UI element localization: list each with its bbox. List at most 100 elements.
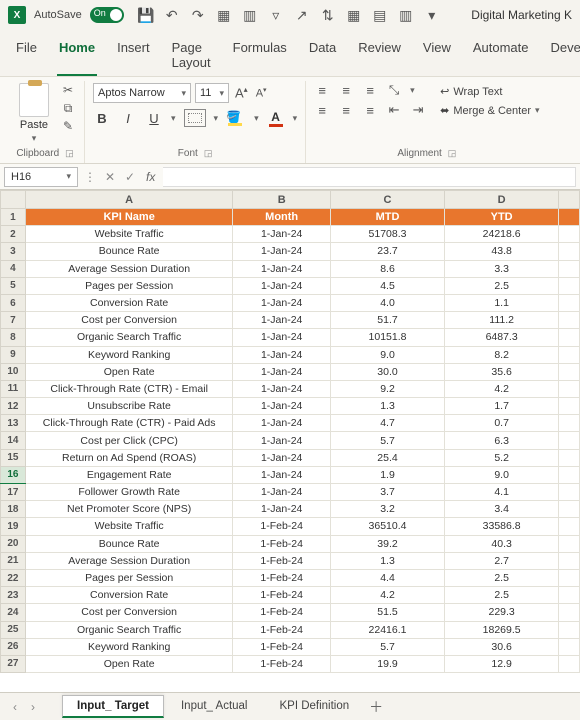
qat-grid-icon[interactable]: ▦ [216, 7, 232, 23]
cell[interactable]: 5.2 [445, 449, 559, 466]
cell[interactable] [559, 484, 580, 501]
cell[interactable]: 30.6 [445, 638, 559, 655]
cell[interactable]: 8.2 [445, 346, 559, 363]
autosave-toggle[interactable]: On [90, 7, 124, 23]
select-all-corner[interactable] [1, 191, 26, 209]
paste-button[interactable]: Paste ▾ [14, 83, 54, 144]
column-header[interactable]: A [25, 191, 233, 209]
cell[interactable]: 3.4 [445, 501, 559, 518]
cell[interactable]: 1-Feb-24 [233, 638, 331, 655]
cell[interactable] [559, 415, 580, 432]
cell[interactable]: 4.1 [445, 484, 559, 501]
ribbon-tab-home[interactable]: Home [57, 36, 97, 76]
cell[interactable]: Return on Ad Spend (ROAS) [25, 449, 233, 466]
cell[interactable]: Pages per Session [25, 277, 233, 294]
cell[interactable]: 229.3 [445, 604, 559, 621]
save-icon[interactable]: 💾 [138, 7, 154, 23]
sheet-tab[interactable]: Input_ Target [62, 695, 164, 718]
header-cell[interactable]: KPI Name [25, 209, 233, 226]
column-header[interactable] [559, 191, 580, 209]
cell[interactable]: 23.7 [330, 243, 444, 260]
cell[interactable]: 4.5 [330, 277, 444, 294]
font-color-button[interactable]: A [267, 110, 285, 126]
row-header[interactable]: 25 [1, 621, 26, 638]
cell[interactable]: 1-Jan-24 [233, 226, 331, 243]
fx-icon[interactable]: fx [142, 170, 159, 184]
cell[interactable]: Pages per Session [25, 569, 233, 586]
font-size-select[interactable]: 11▾ [195, 83, 229, 103]
cell[interactable]: 1-Jan-24 [233, 294, 331, 311]
cell[interactable]: 1-Feb-24 [233, 621, 331, 638]
cell[interactable]: Organic Search Traffic [25, 329, 233, 346]
cell[interactable]: 2.7 [445, 552, 559, 569]
cell[interactable]: 51.7 [330, 312, 444, 329]
bold-button[interactable]: B [93, 109, 111, 127]
cell[interactable]: 1-Feb-24 [233, 518, 331, 535]
row-header[interactable]: 14 [1, 432, 26, 449]
cell[interactable]: Net Promoter Score (NPS) [25, 501, 233, 518]
redo-icon[interactable]: ↷ [190, 7, 206, 23]
cell[interactable] [559, 569, 580, 586]
cell[interactable] [559, 638, 580, 655]
cell[interactable] [559, 621, 580, 638]
align-right-icon[interactable]: ≡ [362, 103, 378, 117]
column-header[interactable]: B [233, 191, 331, 209]
accept-icon[interactable]: ✓ [122, 170, 138, 184]
cell[interactable]: Cost per Click (CPC) [25, 432, 233, 449]
tab-nav-next-icon[interactable]: › [24, 700, 42, 714]
cell[interactable]: Unsubscribe Rate [25, 398, 233, 415]
cell[interactable]: Follower Growth Rate [25, 484, 233, 501]
cell[interactable]: 4.7 [330, 415, 444, 432]
cell[interactable]: 1.9 [330, 466, 444, 483]
cell[interactable]: 30.0 [330, 363, 444, 380]
cell[interactable]: 33586.8 [445, 518, 559, 535]
cell[interactable] [559, 346, 580, 363]
add-sheet-button[interactable]: ＋ [364, 697, 388, 717]
cell[interactable]: 1-Jan-24 [233, 432, 331, 449]
tab-nav-prev-icon[interactable]: ‹ [6, 700, 24, 714]
name-box[interactable]: H16▾ [4, 167, 78, 187]
row-header[interactable]: 26 [1, 638, 26, 655]
header-cell[interactable]: YTD [445, 209, 559, 226]
cell[interactable] [559, 243, 580, 260]
increase-indent-icon[interactable]: ⇥ [410, 103, 426, 117]
cell[interactable]: 8.6 [330, 260, 444, 277]
cell[interactable]: Organic Search Traffic [25, 621, 233, 638]
cell[interactable]: 1-Feb-24 [233, 552, 331, 569]
header-cell[interactable]: Month [233, 209, 331, 226]
cell[interactable]: 2.5 [445, 569, 559, 586]
decrease-font-icon[interactable]: A▾ [254, 86, 269, 100]
row-header[interactable]: 10 [1, 363, 26, 380]
cell[interactable]: 4.2 [330, 587, 444, 604]
cell[interactable] [559, 209, 580, 226]
cell[interactable] [559, 587, 580, 604]
row-header[interactable]: 11 [1, 380, 26, 397]
cell[interactable] [559, 312, 580, 329]
cell[interactable]: 18269.5 [445, 621, 559, 638]
cell[interactable] [559, 449, 580, 466]
cell[interactable]: 1-Jan-24 [233, 277, 331, 294]
row-header[interactable]: 13 [1, 415, 26, 432]
cell[interactable]: Conversion Rate [25, 294, 233, 311]
cell[interactable]: 1.7 [445, 398, 559, 415]
cell[interactable]: 12.9 [445, 655, 559, 672]
cell[interactable]: 2.5 [445, 587, 559, 604]
align-center-icon[interactable]: ≡ [338, 103, 354, 117]
cell[interactable] [559, 294, 580, 311]
ribbon-tab-view[interactable]: View [421, 36, 453, 76]
cell[interactable]: 9.0 [445, 466, 559, 483]
align-left-icon[interactable]: ≡ [314, 103, 330, 117]
cell[interactable]: 1-Jan-24 [233, 243, 331, 260]
sheet-tab[interactable]: KPI Definition [264, 695, 364, 718]
qat-sort-icon[interactable]: ⇅ [320, 7, 336, 23]
cell[interactable]: Average Session Duration [25, 552, 233, 569]
cell[interactable]: Average Session Duration [25, 260, 233, 277]
fill-color-button[interactable]: 🪣 [226, 110, 246, 126]
cell[interactable]: 111.2 [445, 312, 559, 329]
row-header[interactable]: 7 [1, 312, 26, 329]
row-header[interactable]: 1 [1, 209, 26, 226]
ribbon-tab-file[interactable]: File [14, 36, 39, 76]
cell[interactable]: 4.4 [330, 569, 444, 586]
cell[interactable] [559, 518, 580, 535]
orientation-icon[interactable]: ⤡ [386, 83, 402, 97]
